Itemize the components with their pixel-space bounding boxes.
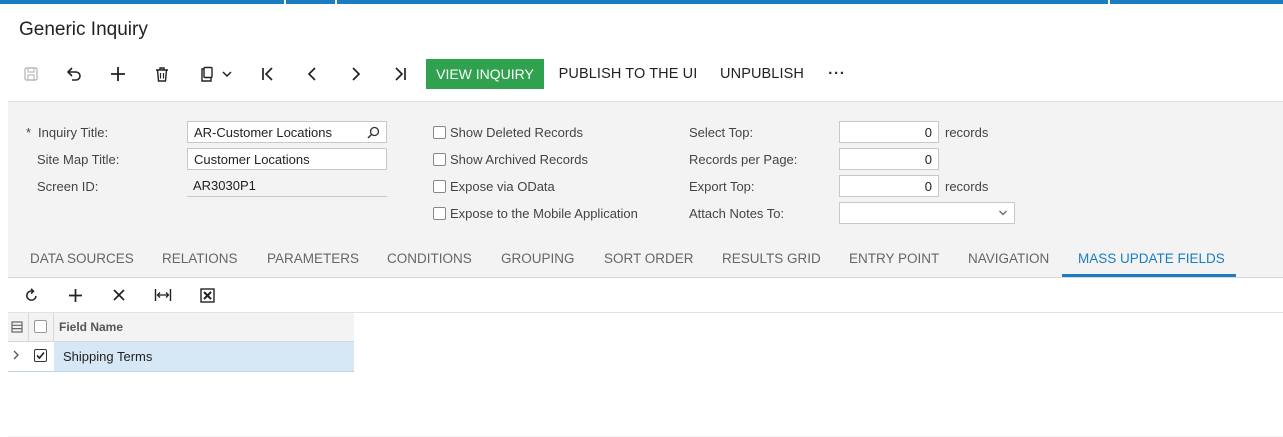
row-selector-icon[interactable]: [11, 321, 23, 333]
close-icon: [113, 289, 125, 301]
tab-results-grid[interactable]: RESULTS GRID: [722, 239, 821, 277]
inquiry-title-label: Inquiry Title:: [38, 125, 109, 140]
add-button[interactable]: [105, 58, 131, 90]
view-inquiry-button[interactable]: VIEW INQUIRY: [426, 59, 544, 89]
add-row-button[interactable]: [64, 278, 86, 312]
mass-update-fields-grid: Field Name Shipping Terms: [8, 313, 1283, 436]
attach-notes-label: Attach Notes To:: [689, 206, 785, 221]
expose-mobile-label: Expose to the Mobile Application: [450, 206, 638, 221]
undo-button[interactable]: [61, 58, 87, 90]
publish-to-ui-button[interactable]: PUBLISH TO THE UI: [555, 58, 701, 90]
tab-sort-order[interactable]: SORT ORDER: [604, 239, 694, 277]
show-deleted-label: Show Deleted Records: [450, 125, 583, 140]
delete-row-button[interactable]: [108, 278, 130, 312]
records-per-page-label: Records per Page:: [689, 152, 798, 167]
attach-notes-select[interactable]: [839, 202, 1015, 224]
column-header-field-name[interactable]: Field Name: [59, 313, 123, 341]
inquiry-title-value: AR-Customer Locations: [194, 124, 332, 140]
select-top-field[interactable]: 0: [839, 121, 939, 143]
plus-icon: [111, 67, 125, 81]
first-page-icon: [262, 67, 273, 81]
expose-odata-checkbox[interactable]: [433, 180, 446, 193]
chevron-down-icon: [999, 210, 1007, 216]
site-map-title-field[interactable]: Customer Locations: [187, 148, 387, 170]
site-map-title-value: Customer Locations: [194, 151, 310, 167]
export-top-label: Export Top:: [689, 179, 755, 194]
excel-icon: [199, 287, 215, 303]
tab-data-sources[interactable]: DATA SOURCES: [30, 239, 134, 277]
expose-odata-label: Expose via OData: [450, 179, 555, 194]
inquiry-title-field[interactable]: AR-Customer Locations: [187, 121, 387, 143]
search-icon[interactable]: [367, 126, 380, 139]
tab-parameters[interactable]: PARAMETERS: [267, 239, 359, 277]
delete-button[interactable]: [149, 58, 175, 90]
field-name-cell[interactable]: Shipping Terms: [63, 342, 152, 371]
more-actions-button[interactable]: ···: [822, 58, 852, 90]
select-top-label: Select Top:: [689, 125, 754, 140]
save-button[interactable]: [18, 58, 44, 90]
tab-mass-update-fields[interactable]: MASS UPDATE FIELDS: [1078, 239, 1225, 277]
tab-entry-point[interactable]: ENTRY POINT: [849, 239, 939, 277]
screen-id-value: AR3030P1: [193, 178, 256, 193]
top-bar-divider: [335, 0, 337, 4]
last-page-icon: [395, 67, 406, 81]
main-toolbar: PUBLISH TO THE UI UNPUBLISH ···: [0, 58, 1283, 90]
plus-icon: [68, 288, 82, 302]
expose-mobile-checkbox[interactable]: [433, 207, 446, 220]
top-accent-bar: [0, 0, 1283, 4]
grid-toolbar: [8, 278, 1283, 313]
tab-relations[interactable]: RELATIONS: [162, 239, 238, 277]
select-top-unit: records: [945, 125, 989, 140]
show-archived-checkbox[interactable]: [433, 153, 446, 166]
top-bar-divider: [284, 0, 286, 4]
chevron-right-icon[interactable]: [12, 350, 20, 360]
fit-width-icon: [154, 289, 172, 301]
site-map-title-label: Site Map Title:: [37, 152, 120, 167]
grid-header: Field Name: [8, 313, 354, 342]
table-row[interactable]: Shipping Terms: [8, 342, 354, 372]
first-record-button[interactable]: [255, 58, 281, 90]
export-top-unit: records: [945, 179, 989, 194]
required-mark: *: [26, 125, 32, 140]
copy-paste-button[interactable]: [193, 58, 239, 90]
top-bar-divider: [1108, 0, 1110, 4]
select-all-checkbox[interactable]: [34, 320, 47, 333]
chevron-down-icon: [222, 71, 232, 78]
column-separator: [53, 313, 54, 341]
show-archived-label: Show Archived Records: [450, 152, 589, 167]
clipboard-icon: [201, 66, 213, 82]
row-selected-checkbox[interactable]: [34, 349, 47, 362]
save-icon: [24, 67, 38, 81]
page-title: Generic Inquiry: [19, 19, 148, 40]
trash-icon: [156, 66, 168, 82]
screen-id-label: Screen ID:: [37, 179, 99, 194]
chevron-left-icon: [307, 67, 316, 81]
previous-record-button[interactable]: [299, 58, 325, 90]
records-per-page-field[interactable]: 0: [839, 148, 939, 170]
records-per-page-value: 0: [924, 151, 932, 167]
active-tab-indicator: [1062, 274, 1236, 277]
export-top-field[interactable]: 0: [839, 175, 939, 197]
last-record-button[interactable]: [387, 58, 413, 90]
column-separator: [28, 313, 29, 341]
fit-to-screen-button[interactable]: [152, 278, 174, 312]
export-top-value: 0: [924, 178, 932, 194]
refresh-button[interactable]: [20, 278, 42, 312]
next-record-button[interactable]: [343, 58, 369, 90]
tab-navigation[interactable]: NAVIGATION: [968, 239, 1049, 277]
select-top-value: 0: [924, 124, 932, 140]
show-deleted-checkbox[interactable]: [433, 126, 446, 139]
screen-id-field: AR3030P1: [187, 175, 387, 197]
refresh-icon: [25, 287, 37, 301]
undo-icon: [66, 67, 81, 81]
checkmark-icon: [36, 351, 45, 360]
tab-grouping[interactable]: GROUPING: [501, 239, 575, 277]
tab-conditions[interactable]: CONDITIONS: [387, 239, 472, 277]
chevron-right-icon: [352, 67, 361, 81]
unpublish-button[interactable]: UNPUBLISH: [714, 58, 810, 90]
export-excel-button[interactable]: [196, 278, 218, 312]
tab-bar: DATA SOURCES RELATIONS PARAMETERS CONDIT…: [8, 239, 1283, 278]
